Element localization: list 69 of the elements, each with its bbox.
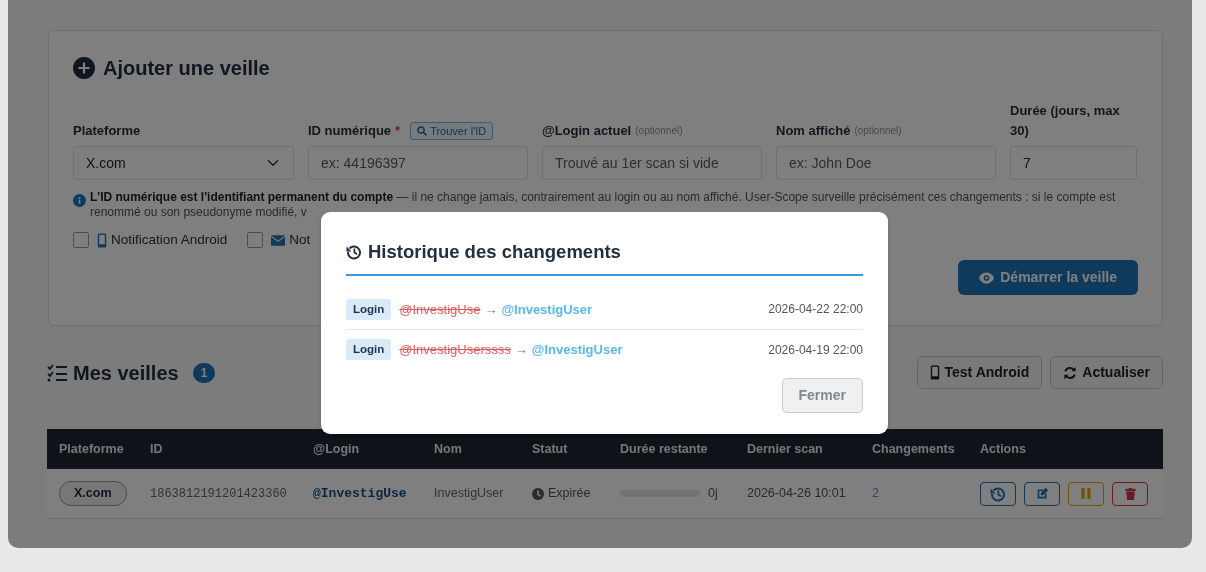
platform-select[interactable]: X.com [73, 146, 294, 180]
clock-icon [532, 487, 544, 500]
type-badge: Login [346, 298, 392, 320]
phone-icon [97, 232, 107, 248]
table-cell-text: InvestigUser [434, 485, 504, 503]
checkbox-label: Notification Android [111, 231, 228, 249]
changes-link[interactable]: 2 [872, 484, 879, 503]
section-title: Ajouter une veille [103, 56, 270, 81]
history-icon [990, 485, 1006, 502]
edit-icon [1035, 487, 1049, 500]
section-title: Mes veilles [73, 360, 179, 386]
login-cell-text: @InvestigUse [313, 484, 407, 503]
modal-title: Historique des changements [368, 240, 621, 264]
text-input[interactable]: ex: John Doe [776, 146, 996, 180]
info-text: L'ID numérique est l'identifiant permanent du compte — il ne change jamais, contrairement au login ou au nom affiché. User-Scope surveille précisément ces changements : si le compte est renommé ou son pseudonyme modifié, v [90, 190, 1117, 220]
column-header: Statut [531, 440, 569, 458]
start-watch-button[interactable]: Démarrer la veille [958, 260, 1138, 296]
checklist-icon [47, 363, 67, 382]
change-date: 2026-04-22 22:00 [768, 301, 863, 319]
column-header: Actions [979, 440, 1027, 458]
envelope-icon [271, 234, 286, 246]
column-header: @Login [312, 440, 361, 458]
field-label: Nom affiché [776, 122, 851, 140]
history-button[interactable] [980, 481, 1016, 506]
field-label: ID numérique [308, 122, 392, 140]
column-header: Plateforme [58, 440, 125, 458]
field-label: Plateforme [73, 122, 141, 140]
delete-button[interactable] [1112, 481, 1148, 506]
required-mark: * [395, 122, 401, 140]
info-icon [73, 194, 86, 207]
count-badge: 1 [192, 362, 216, 383]
pause-button[interactable] [1068, 481, 1104, 506]
pause-icon [1081, 488, 1091, 499]
field-hint: (optionnel) [854, 124, 902, 138]
change-text: @InvestigUserssss → @InvestigUser [399, 341, 623, 359]
field-label: @Login actuel [542, 122, 632, 140]
status-text: Expirée [548, 485, 591, 503]
history-icon [346, 243, 362, 260]
edit-button[interactable] [1024, 481, 1060, 506]
checkbox[interactable] [247, 232, 264, 249]
type-badge: Login [346, 339, 392, 361]
plus-circle-icon [73, 57, 95, 79]
checkbox-label: Not [289, 231, 311, 249]
change-text: @InvestigUse → @InvestigUser [399, 300, 593, 319]
trash-icon [1124, 487, 1136, 500]
refresh-icon [1063, 365, 1078, 380]
phone-icon [929, 365, 940, 380]
table-cell-text: 0j [708, 485, 718, 503]
column-header: Durée restante [619, 440, 709, 458]
column-header: Changements [871, 440, 956, 458]
toolbar-button[interactable]: Test Android [916, 356, 1043, 389]
checkbox[interactable] [73, 232, 89, 249]
column-header: ID [149, 440, 164, 458]
text-input[interactable]: ex: 44196397 [308, 146, 528, 180]
column-header: Nom [433, 440, 463, 458]
table-cell-text: 1863812191201423360 [150, 485, 287, 503]
table-cell-text: 2026-04-26 10:01 [747, 485, 846, 503]
close-button[interactable]: Fermer [781, 377, 863, 413]
change-date: 2026-04-19 22:00 [768, 341, 863, 359]
field-hint: (optionnel) [635, 124, 683, 138]
column-header: Dernier scan [746, 440, 824, 458]
eye-icon [979, 271, 995, 284]
toolbar-button[interactable]: Actualiser [1050, 356, 1163, 389]
text-input[interactable]: Trouvé au 1er scan si vide [542, 146, 762, 180]
text-input[interactable]: 7 [1010, 146, 1137, 180]
search-icon [417, 126, 428, 136]
platform-badge: X.com [59, 481, 127, 506]
find-id-button[interactable]: Trouver l'ID [410, 122, 494, 140]
field-label: Durée (jours, max 30) [1010, 102, 1121, 140]
